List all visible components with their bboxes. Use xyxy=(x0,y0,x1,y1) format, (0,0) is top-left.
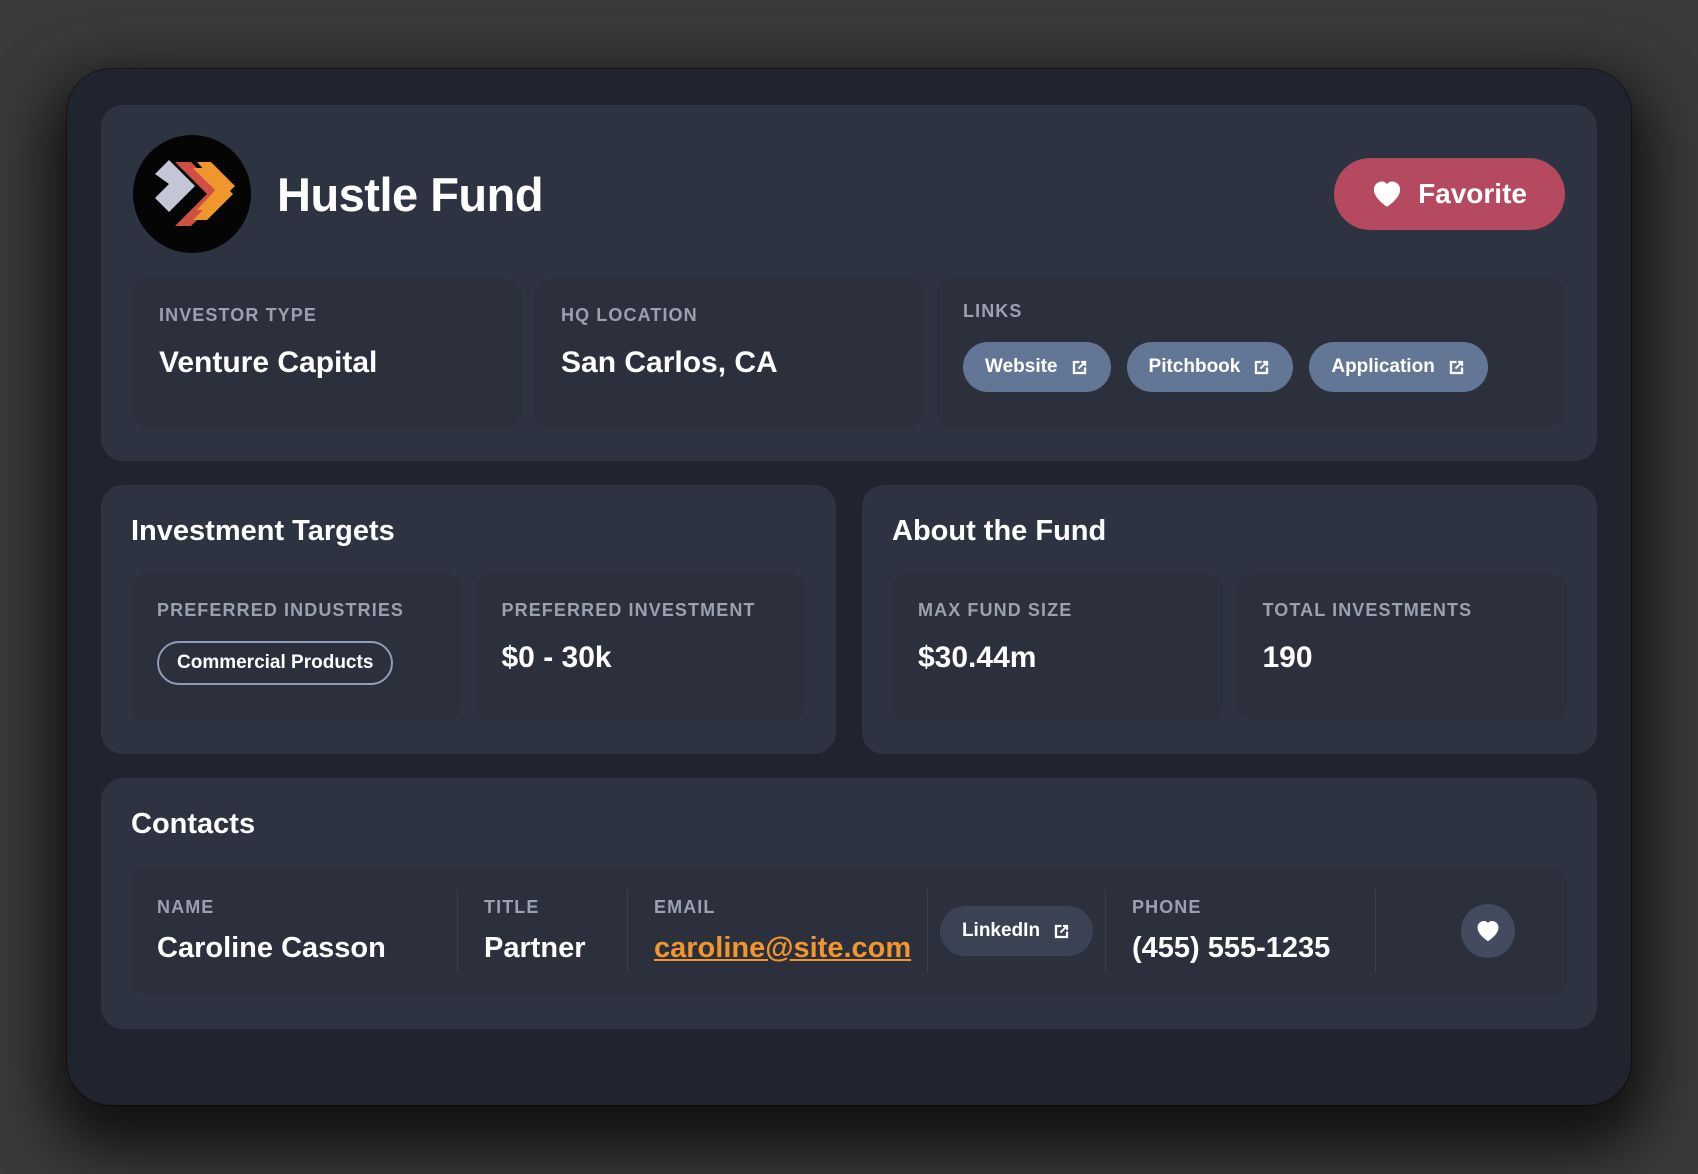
contacts-title: Contacts xyxy=(131,808,256,840)
hq-location-label: HQ LOCATION xyxy=(561,305,698,325)
contact-email-link[interactable]: caroline@site.com xyxy=(654,932,911,965)
investor-type-value: Venture Capital xyxy=(159,346,378,379)
application-link-button[interactable]: Application xyxy=(1309,342,1488,392)
logo-chevrons-svg xyxy=(155,160,235,226)
heart-icon xyxy=(1373,181,1401,207)
contact-title-cell: TITLE Partner xyxy=(457,889,627,973)
contact-phone-cell: PHONE (455) 555-1235 xyxy=(1105,889,1375,973)
total-investments-label: TOTAL INVESTMENTS xyxy=(1262,600,1473,620)
contact-favorite-button[interactable] xyxy=(1461,904,1515,958)
pitchbook-link-button[interactable]: Pitchbook xyxy=(1126,342,1294,392)
investor-type-label: INVESTOR TYPE xyxy=(159,305,318,325)
linkedin-button-label: LinkedIn xyxy=(961,920,1041,941)
table-row: NAME Caroline Casson TITLE Partner EMAIL… xyxy=(131,867,1567,995)
links-label: LINKS xyxy=(963,301,1023,321)
contact-email-cell: EMAIL caroline@site.com xyxy=(627,889,927,973)
contact-name-cell: NAME Caroline Casson xyxy=(157,889,457,973)
preferred-investment-tile: PREFERRED INVESTMENT $0 - 30k xyxy=(475,574,806,720)
contact-name-value: Caroline Casson xyxy=(157,932,386,964)
contact-title-value: Partner xyxy=(484,932,586,964)
external-link-icon xyxy=(1054,924,1069,938)
heart-icon xyxy=(1477,921,1499,942)
fund-summary-grid: INVESTOR TYPE Venture Capital HQ LOCATIO… xyxy=(133,279,1565,427)
investor-type-tile: INVESTOR TYPE Venture Capital xyxy=(133,279,521,427)
contact-favorite-cell xyxy=(1375,889,1541,973)
contact-title-header: TITLE xyxy=(484,897,540,917)
favorite-button-label: Favorite xyxy=(1418,178,1527,209)
industry-chip[interactable]: Commercial Products xyxy=(157,641,394,685)
preferred-industries-label: PREFERRED INDUSTRIES xyxy=(157,600,405,620)
contacts-panel: Contacts NAME Caroline Casson TITLE Part… xyxy=(101,778,1597,1029)
max-fund-size-tile: MAX FUND SIZE $30.44m xyxy=(892,574,1223,720)
contact-email-header: EMAIL xyxy=(654,897,716,917)
preferred-industries-chips: Commercial Products xyxy=(157,641,436,685)
preferred-investment-label: PREFERRED INVESTMENT xyxy=(501,600,756,620)
details-row: Investment Targets PREFERRED INDUSTRIES … xyxy=(101,485,1597,754)
website-link-label: Website xyxy=(985,356,1058,377)
links-tile: LINKS Website Pitchbook Application xyxy=(937,279,1565,427)
total-investments-value: 190 xyxy=(1262,641,1313,674)
desktop-backdrop: Hustle Fund Favorite INVESTOR TYPE Ventu… xyxy=(0,0,1698,1174)
hustle-fund-chevrons-logo-icon xyxy=(133,135,251,253)
linkedin-button[interactable]: LinkedIn xyxy=(939,906,1094,956)
fund-header-card: Hustle Fund Favorite INVESTOR TYPE Ventu… xyxy=(101,105,1597,461)
hq-location-tile: HQ LOCATION San Carlos, CA xyxy=(535,279,923,427)
preferred-investment-value: $0 - 30k xyxy=(501,641,612,674)
about-the-fund-panel: About the Fund MAX FUND SIZE $30.44m TOT… xyxy=(862,485,1597,754)
external-link-icon xyxy=(1255,360,1269,374)
application-link-label: Application xyxy=(1331,356,1435,377)
contact-name-header: NAME xyxy=(157,897,215,917)
investor-profile-window: Hustle Fund Favorite INVESTOR TYPE Ventu… xyxy=(67,69,1631,1105)
investment-targets-grid: PREFERRED INDUSTRIES Commercial Products… xyxy=(131,574,806,720)
investment-targets-panel: Investment Targets PREFERRED INDUSTRIES … xyxy=(101,485,836,754)
hq-location-value: San Carlos, CA xyxy=(561,346,778,379)
contact-phone-value: (455) 555-1235 xyxy=(1132,932,1331,964)
fund-header-top: Hustle Fund Favorite xyxy=(133,135,1565,253)
max-fund-size-label: MAX FUND SIZE xyxy=(918,600,1073,620)
about-the-fund-title: About the Fund xyxy=(892,515,1107,547)
favorite-button[interactable]: Favorite xyxy=(1334,158,1565,230)
pitchbook-link-label: Pitchbook xyxy=(1148,356,1241,377)
page-title: Hustle Fund xyxy=(277,167,544,221)
contact-linkedin-cell: LinkedIn xyxy=(927,889,1105,973)
contact-phone-header: PHONE xyxy=(1132,897,1202,917)
preferred-industries-tile: PREFERRED INDUSTRIES Commercial Products xyxy=(131,574,462,720)
total-investments-tile: TOTAL INVESTMENTS 190 xyxy=(1236,574,1567,720)
max-fund-size-value: $30.44m xyxy=(918,641,1037,674)
external-link-icon xyxy=(1072,360,1086,374)
website-link-button[interactable]: Website xyxy=(963,342,1111,392)
investment-targets-title: Investment Targets xyxy=(131,515,395,547)
about-the-fund-grid: MAX FUND SIZE $30.44m TOTAL INVESTMENTS … xyxy=(892,574,1567,720)
external-link-icon xyxy=(1449,360,1463,374)
links-row: Website Pitchbook Application xyxy=(963,342,1539,392)
